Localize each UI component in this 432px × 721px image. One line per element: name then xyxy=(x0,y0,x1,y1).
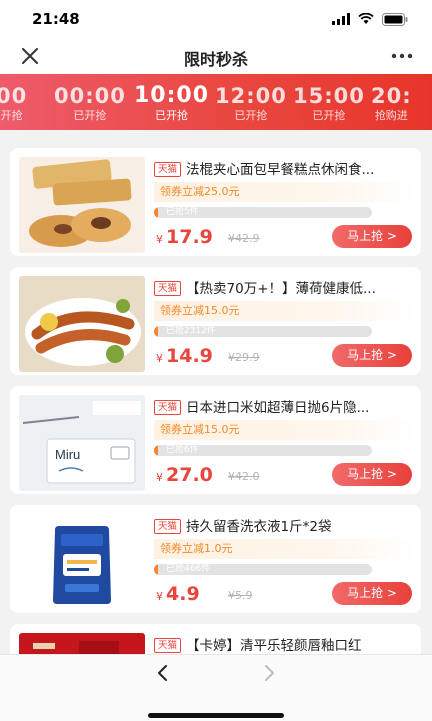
grab-now-button[interactable]: 马上抢 > xyxy=(332,225,412,248)
tmall-badge: 天猫 xyxy=(154,638,182,653)
time-slot[interactable]: 00:00 已开抢 xyxy=(54,84,126,124)
price-symbol: ¥ xyxy=(156,352,163,365)
sale-price: ¥4.9 xyxy=(156,583,200,605)
product-card[interactable]: 天猫 持久留香洗衣液1斤*2袋 领券立减1.0元 已抢466件 ¥4.9 ¥5.9… xyxy=(10,505,421,613)
sold-progress: 已抢466件 xyxy=(154,564,372,575)
more-icon[interactable] xyxy=(390,46,414,66)
chevron-right-icon[interactable] xyxy=(259,663,279,683)
tmall-badge: 天猫 xyxy=(154,400,182,415)
sold-progress-text: 已抢5件 xyxy=(166,207,199,217)
product-title[interactable]: 天猫 法棍夹心面包早餐糕点休闲食... xyxy=(154,160,414,180)
time-slot-status: 已开抢 xyxy=(73,109,107,122)
price-value: 17.9 xyxy=(166,226,213,248)
time-slot-time: 00 xyxy=(0,84,28,108)
price-value: 27.0 xyxy=(166,464,213,486)
sold-progress-text: 已抢6件 xyxy=(166,445,199,455)
product-title-text: 日本进口米如超薄日抛6片隐... xyxy=(186,400,370,416)
time-slot-status: 已开抢 xyxy=(312,109,346,122)
sale-price: ¥14.9 xyxy=(156,345,213,367)
home-indicator[interactable] xyxy=(148,713,284,718)
sold-progress: 已抢6件 xyxy=(154,445,372,456)
time-slot-status: 已开抢 xyxy=(155,109,189,122)
product-title[interactable]: 天猫 日本进口米如超薄日抛6片隐... xyxy=(154,398,414,418)
sold-progress: 已抢2312件 xyxy=(154,326,372,337)
product-image[interactable] xyxy=(19,633,145,654)
price-symbol: ¥ xyxy=(156,590,163,603)
time-slot[interactable]: 00 开抢 xyxy=(0,84,27,124)
sold-progress: 已抢5件 xyxy=(154,207,372,218)
product-image-text: Miru xyxy=(55,447,80,462)
product-title-text: 【卡婷】清平乐轻颜唇釉口红 xyxy=(186,638,362,654)
product-image[interactable] xyxy=(19,276,145,372)
product-title-text: 【热卖70万+！】薄荷健康低... xyxy=(186,281,376,297)
time-slot[interactable]: 15:00 已开抢 xyxy=(293,84,365,124)
coupon-label: 领券立减25.0元 xyxy=(154,182,416,202)
price-value: 4.9 xyxy=(166,583,200,605)
product-title[interactable]: 天猫 【热卖70万+！】薄荷健康低... xyxy=(154,279,414,299)
time-slot-time: 00:00 xyxy=(54,84,126,108)
product-image[interactable]: Miru xyxy=(19,395,145,491)
sold-progress-fill xyxy=(154,207,159,218)
price-value: 14.9 xyxy=(166,345,213,367)
bottom-nav-bar xyxy=(0,654,432,721)
time-slot-time: 15:00 xyxy=(293,84,365,108)
time-slot-bar: 00 开抢 00:00 已开抢 10:00 已开抢 12:00 已开抢 15:0… xyxy=(0,74,432,130)
status-bar: 21:48 xyxy=(0,0,432,38)
close-icon[interactable] xyxy=(18,44,42,68)
sale-price: ¥17.9 xyxy=(156,226,213,248)
product-card[interactable]: 天猫 【热卖70万+！】薄荷健康低... 领券立减15.0元 已抢2312件 ¥1… xyxy=(10,267,421,375)
price-symbol: ¥ xyxy=(156,471,163,484)
time-slot-active[interactable]: 10:00 已开抢 xyxy=(134,84,209,124)
tmall-badge: 天猫 xyxy=(154,162,182,177)
price-symbol: ¥ xyxy=(156,233,163,246)
coupon-label: 领券立减1.0元 xyxy=(154,539,416,559)
original-price: ¥42.0 xyxy=(228,470,260,483)
product-image[interactable] xyxy=(19,157,145,253)
time-slot-status: 抢购进 xyxy=(374,109,408,122)
product-title-text: 法棍夹心面包早餐糕点休闲食... xyxy=(186,162,375,178)
product-title-text: 持久留香洗衣液1斤*2袋 xyxy=(186,519,332,535)
product-list[interactable]: 天猫 法棍夹心面包早餐糕点休闲食... 领券立减25.0元 已抢5件 ¥17.9 … xyxy=(0,130,432,654)
sold-progress-text: 已抢2312件 xyxy=(166,326,216,336)
time-slot[interactable]: 12:00 已开抢 xyxy=(215,84,287,124)
time-slot-status: 开抢 xyxy=(0,109,23,122)
sale-price: ¥27.0 xyxy=(156,464,213,486)
time-slot-time: 20: xyxy=(371,84,412,108)
product-title[interactable]: 天猫 持久留香洗衣液1斤*2袋 xyxy=(154,517,414,537)
sold-progress-fill xyxy=(154,445,159,456)
time-slot-status: 已开抢 xyxy=(234,109,268,122)
status-time: 21:48 xyxy=(32,10,80,28)
coupon-label: 领券立减15.0元 xyxy=(154,301,416,321)
page-title: 限时秒杀 xyxy=(183,50,248,69)
product-card[interactable]: Miru 天猫 日本进口米如超薄日抛6片隐... 领券立减15.0元 已抢6件 ¥… xyxy=(10,386,421,494)
tmall-badge: 天猫 xyxy=(154,281,182,296)
grab-now-button[interactable]: 马上抢 > xyxy=(332,582,412,605)
original-price: ¥42.9 xyxy=(228,232,260,245)
chevron-left-icon[interactable] xyxy=(153,663,173,683)
time-slot-time: 12:00 xyxy=(215,84,287,108)
nav-bar: 限时秒杀 xyxy=(0,38,432,74)
time-slot[interactable]: 20: 抢购进 xyxy=(371,84,412,124)
grab-now-button[interactable]: 马上抢 > xyxy=(332,463,412,486)
original-price: ¥29.9 xyxy=(228,351,260,364)
coupon-label: 领券立减15.0元 xyxy=(154,420,416,440)
grab-now-button[interactable]: 马上抢 > xyxy=(332,344,412,367)
tmall-badge: 天猫 xyxy=(154,519,182,534)
original-price: ¥5.9 xyxy=(228,589,253,602)
product-card[interactable]: 天猫 法棍夹心面包早餐糕点休闲食... 领券立减25.0元 已抢5件 ¥17.9 … xyxy=(10,148,421,256)
product-image[interactable] xyxy=(19,514,145,610)
time-slot-time: 10:00 xyxy=(134,83,210,108)
status-icons xyxy=(332,12,408,26)
sold-progress-text: 已抢466件 xyxy=(166,564,211,574)
sold-progress-fill xyxy=(154,564,159,575)
sold-progress-fill xyxy=(154,326,159,337)
battery-icon xyxy=(382,12,408,26)
product-title[interactable]: 天猫 【卡婷】清平乐轻颜唇釉口红 xyxy=(154,636,414,654)
wifi-icon xyxy=(358,13,374,24)
product-card[interactable]: 天猫 【卡婷】清平乐轻颜唇釉口红 xyxy=(10,624,421,654)
cellular-signal-icon xyxy=(332,13,350,25)
